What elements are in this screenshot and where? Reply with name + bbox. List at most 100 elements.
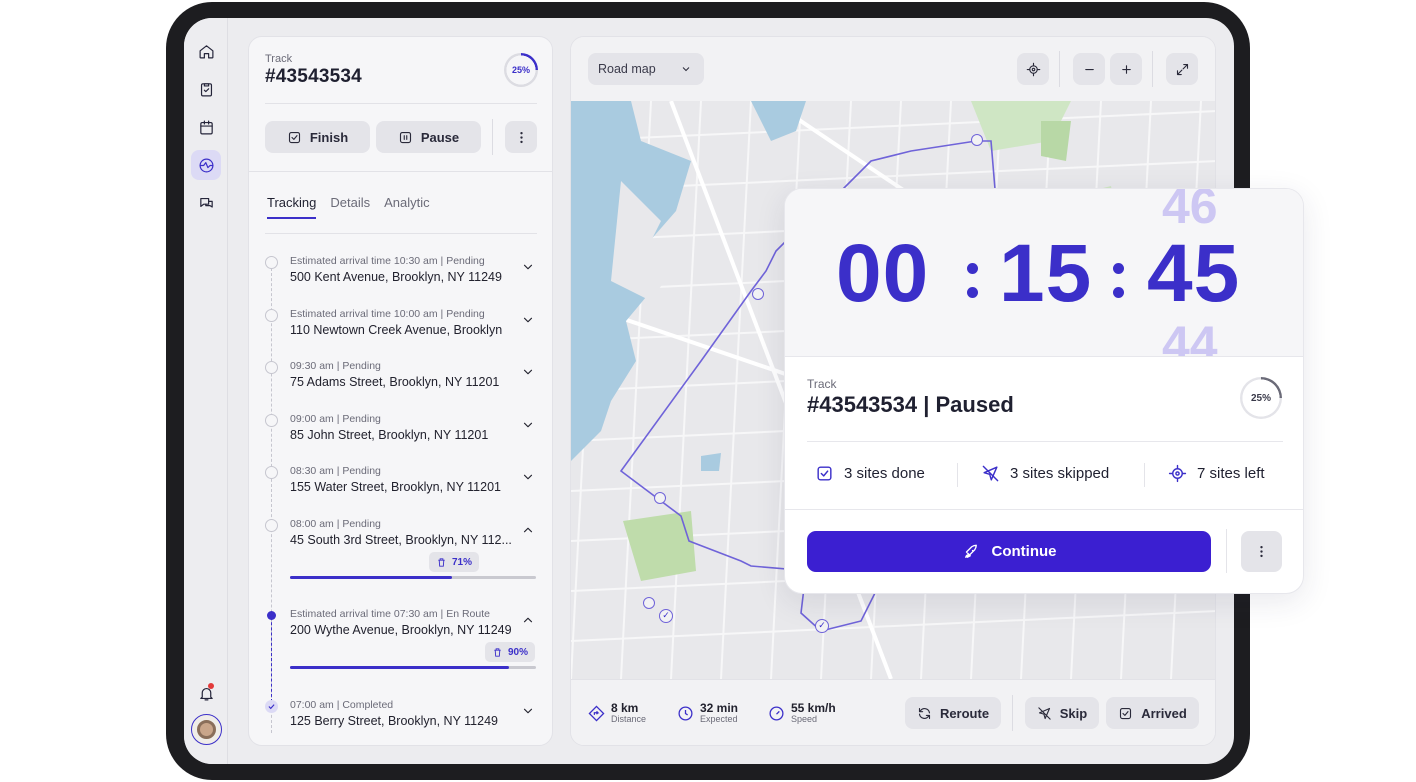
chevron-down-icon[interactable] [521,365,535,379]
status-dot [265,256,278,269]
chevron-up-icon[interactable] [521,523,535,537]
sites-done: 3 sites done [815,464,925,483]
timer-track-title: #43543534 | Paused [807,392,1014,417]
skip-label: Skip [1059,705,1088,721]
stop-meta: 09:00 am | Pending [290,413,381,425]
map-pin[interactable] [752,288,764,300]
progress-label: 90% [508,646,529,658]
progress-fill [290,576,453,579]
map-pin-done[interactable]: ✓ [659,609,673,623]
navigation-off-icon [982,465,999,482]
arrived-button[interactable]: Arrived [1106,697,1199,729]
reroute-button[interactable]: Reroute [905,697,1001,729]
expand-icon [1176,63,1188,75]
stop-address: 155 Water Street, Brooklyn, NY 11201 [290,480,501,494]
tab-analytic[interactable]: Analytic [384,195,430,219]
continue-button[interactable]: Continue [807,531,1211,572]
tab-details[interactable]: Details [330,195,370,219]
finish-button[interactable]: Finish [265,121,370,153]
stop-meta: 07:00 am | Completed [290,699,394,711]
progress-badge: 71% [429,552,480,572]
map-pin-done[interactable]: ✓ [815,619,829,633]
progress-label: 71% [452,556,473,568]
chevron-down-icon[interactable] [521,313,535,327]
pause-button[interactable]: Pause [376,121,481,153]
timer-minutes: 15 [999,228,1093,319]
timer-card: 46 00 15 45 44 Track #43543534 | Paused … [784,188,1304,594]
stop-address: 500 Kent Avenue, Brooklyn, NY 11249 [290,270,502,284]
tab-tracking[interactable]: Tracking [267,195,317,219]
pause-icon [399,131,411,143]
divider [1226,529,1227,573]
map-type-label: Road map [598,62,656,76]
status-dot [265,309,278,322]
divider [1012,695,1013,731]
timer-track-label: Track [807,377,837,391]
next-seconds: 46 [1162,189,1218,234]
map-type-select[interactable]: Road map [588,53,704,85]
chevron-down-icon[interactable] [521,470,535,484]
colon-dot [1113,263,1124,274]
chevron-down-icon[interactable] [521,704,535,718]
globe-route-icon[interactable] [191,150,221,180]
progress-badge: 90% [485,642,536,662]
zoom-in-button[interactable] [1110,53,1142,85]
timer-more-button[interactable] [1241,531,1282,572]
status-dot-active [267,611,276,620]
chat-icon[interactable] [191,188,221,218]
map-pin[interactable] [643,597,655,609]
sites-left: 7 sites left [1168,464,1265,483]
chevron-down-icon[interactable] [521,260,535,274]
pause-label: Pause [420,129,460,145]
timer-hours: 00 [836,228,930,319]
chevron-down-icon[interactable] [521,418,535,432]
chevron-down-icon [682,67,690,72]
finish-label: Finish [309,129,349,145]
stop-meta: Estimated arrival time 10:30 am | Pendin… [290,255,485,267]
divider [249,171,552,172]
track-label: Track [265,53,293,65]
stop-meta: Estimated arrival time 07:30 am | En Rou… [290,608,490,620]
speed-value: 55 km/h [791,701,836,715]
home-icon[interactable] [191,36,221,66]
colon-dot [967,263,978,274]
checkbox-icon [1120,707,1132,719]
skip-button[interactable]: Skip [1025,697,1099,729]
status-dot [265,466,278,479]
distance-label: Distance [611,714,647,724]
map-pin[interactable] [654,492,666,504]
locate-button[interactable] [1017,53,1049,85]
divider [1144,463,1145,487]
stop-address: 125 Berry Street, Brooklyn, NY 11249 [290,714,498,728]
speed-label: Speed [791,714,818,724]
colon-dot [1113,287,1124,298]
crosshair-icon [1026,62,1040,76]
arrived-label: Arrived [1141,705,1187,721]
sites-skipped-label: 3 sites skipped [1010,465,1110,482]
more-button[interactable] [505,121,537,153]
avatar[interactable] [191,714,222,745]
gauge-icon [769,706,784,721]
plus-icon [1121,64,1131,74]
divider [492,119,493,155]
fullscreen-button[interactable] [1166,53,1198,85]
divider [957,463,958,487]
progress-fill [290,666,509,669]
zoom-out-button[interactable] [1073,53,1105,85]
progress-bar [290,576,536,579]
clipboard-check-icon[interactable] [191,74,221,104]
minus-icon [1084,68,1094,70]
status-dot [265,414,278,427]
checkbox-icon [288,131,300,143]
stop-address: 85 John Street, Brooklyn, NY 11201 [290,428,489,442]
expected-value: 32 min [700,701,739,715]
expected-label: Expected [700,714,738,724]
stop-address: 75 Adams Street, Brooklyn, NY 11201 [290,375,500,389]
sites-skipped: 3 sites skipped [981,464,1109,483]
bell-icon[interactable] [191,678,221,708]
chevron-up-icon[interactable] [521,613,535,627]
calendar-icon[interactable] [191,112,221,142]
progress-bar [290,666,536,669]
distance-value: 8 km [611,701,639,715]
map-pin[interactable] [971,134,983,146]
